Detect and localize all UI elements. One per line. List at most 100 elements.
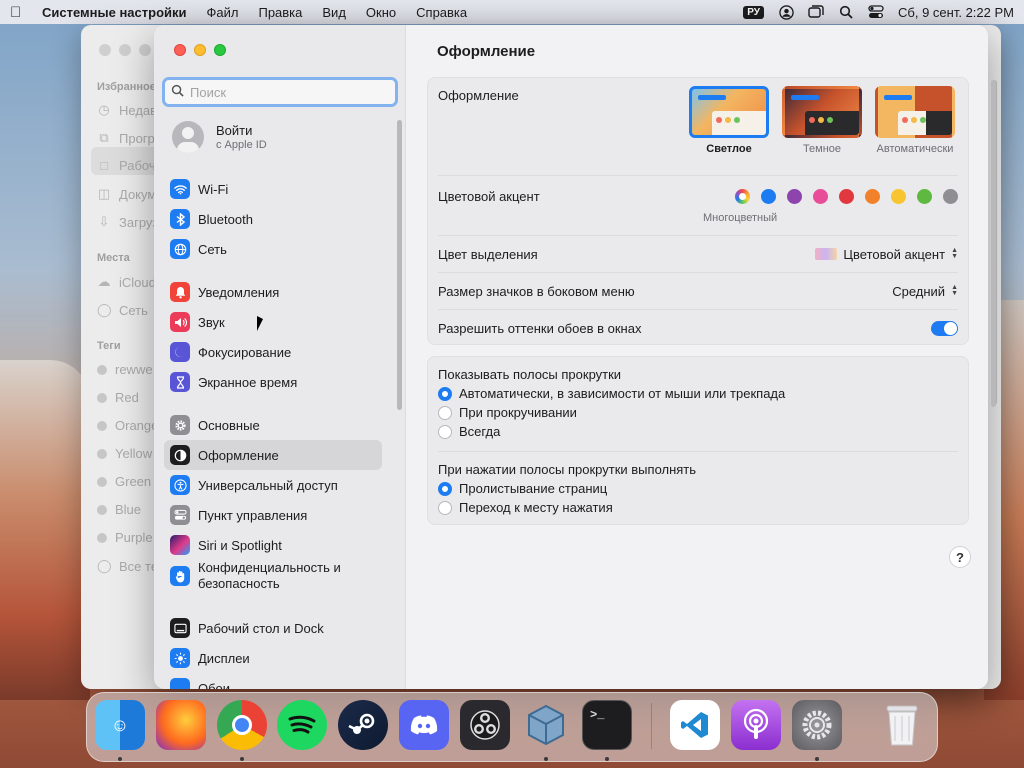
accent-yellow-swatch[interactable]	[891, 188, 906, 204]
theme-auto-option[interactable]: Автоматически	[872, 86, 958, 155]
accent-pink-swatch[interactable]	[813, 188, 828, 204]
finder-item-network[interactable]: ◯ Сеть	[97, 302, 148, 318]
dock-terminal[interactable]: >_	[582, 700, 632, 750]
accent-label: Цветовой акцент	[438, 188, 540, 204]
accent-red-swatch[interactable]	[839, 188, 854, 204]
search-field[interactable]	[162, 77, 398, 107]
sidebar-item-privacy[interactable]: Конфиденциальность и безопасность	[164, 557, 382, 595]
search-icon	[171, 84, 184, 100]
sidebar-item-wallpaper[interactable]: Обои	[164, 673, 382, 689]
sidebar-item-sound[interactable]: Звук	[164, 307, 382, 337]
zoom-button[interactable]	[214, 44, 226, 56]
dock-trash[interactable]	[877, 700, 927, 750]
sidebar-item-accessibility[interactable]: Универсальный доступ	[164, 470, 382, 500]
window-icon[interactable]	[808, 5, 824, 19]
scroll-auto-radio[interactable]: Автоматически, в зависимости от мыши или…	[438, 386, 785, 401]
sidebar-item-bluetooth[interactable]: Bluetooth	[164, 204, 382, 234]
wallpaper-tint-toggle[interactable]	[931, 320, 958, 336]
gear-icon	[170, 415, 190, 435]
scrollbars-label: Показывать полосы прокрутки	[438, 367, 622, 382]
sidebar-item-control-center[interactable]: Пункт управления	[164, 500, 382, 530]
close-button[interactable]	[174, 44, 186, 56]
sidebar-item-displays[interactable]: Дисплеи	[164, 643, 382, 673]
click-jump-spot-radio[interactable]: Переход к месту нажатия	[438, 500, 613, 515]
running-indicator	[240, 757, 244, 761]
sidebar-item-wifi[interactable]: Wi-Fi	[164, 174, 382, 204]
minimize-button[interactable]	[194, 44, 206, 56]
wallpaper-rock-left	[0, 360, 90, 700]
highlight-label: Цвет выделения	[438, 246, 538, 262]
app-menu[interactable]: Системные настройки	[42, 5, 187, 20]
theme-light-option[interactable]: Светлое	[686, 86, 772, 155]
finder-icon: ☺	[110, 714, 130, 735]
moon-icon	[170, 342, 190, 362]
dock-chrome[interactable]	[217, 700, 267, 750]
sidebar-item-desktop-dock[interactable]: Рабочий стол и Dock	[164, 613, 382, 643]
menubar:  Системные настройки Файл Правка Вид Ок…	[0, 0, 1024, 24]
radio-unselected	[438, 500, 452, 515]
input-source-badge[interactable]: РУ	[743, 5, 765, 19]
divider	[438, 175, 958, 176]
control-center-icon[interactable]	[868, 5, 884, 19]
scroll-when-scrolling-radio[interactable]: При прокручивании	[438, 405, 577, 420]
window-scrollbar[interactable]	[991, 80, 996, 407]
menu-window[interactable]: Окно	[366, 5, 396, 20]
dock-discord[interactable]	[399, 700, 449, 750]
sidebar-item-notifications[interactable]: Уведомления	[164, 277, 382, 307]
dock-steam[interactable]	[338, 700, 388, 750]
finder-tag[interactable]: Red	[97, 390, 139, 405]
sidebar-scrollbar[interactable]	[397, 120, 402, 410]
help-button[interactable]: ?	[949, 546, 971, 568]
accent-orange-swatch[interactable]	[865, 188, 880, 204]
sidebar-item-network[interactable]: Сеть	[164, 234, 382, 264]
sidebar-item-screen-time[interactable]: Экранное время	[164, 367, 382, 397]
dock-podcasts[interactable]	[731, 700, 781, 750]
spotlight-icon[interactable]	[838, 5, 854, 19]
accent-green-swatch[interactable]	[917, 188, 932, 204]
menu-file[interactable]: Файл	[207, 5, 239, 20]
menu-edit[interactable]: Правка	[258, 5, 302, 20]
sidebar-item-siri-spotlight[interactable]: Siri и Spotlight	[164, 530, 382, 560]
click-next-page-radio[interactable]: Пролистывание страниц	[438, 481, 607, 496]
apple-id-signin[interactable]: Войти с Apple ID	[172, 121, 267, 153]
podcasts-icon	[743, 708, 769, 739]
dock-obs[interactable]	[460, 700, 510, 750]
user-icon[interactable]	[778, 4, 794, 20]
sidebar-item-general[interactable]: Основные	[164, 410, 382, 440]
divider	[438, 272, 958, 273]
avatar	[172, 121, 204, 153]
sidebar-item-appearance[interactable]: Оформление	[164, 440, 382, 470]
apple-icon[interactable]: 	[10, 4, 32, 21]
sidebar-item-focus[interactable]: Фокусирование	[164, 337, 382, 367]
dock-system-settings[interactable]	[792, 700, 842, 750]
finder-tag[interactable]: Purple	[97, 530, 153, 545]
icon-size-popup[interactable]: Средний ▲ ▼	[892, 284, 958, 299]
finder-tag[interactable]: Orange	[97, 418, 158, 433]
menu-help[interactable]: Справка	[416, 5, 467, 20]
dock-finder[interactable]: ☺	[95, 700, 145, 750]
finder-tag[interactable]: Green	[97, 474, 151, 489]
highlight-color-popup[interactable]: Цветовой акцент ▲ ▼	[815, 247, 958, 262]
finder-tag[interactable]: Yellow	[97, 446, 152, 461]
accent-purple-swatch[interactable]	[787, 188, 802, 204]
dock-spotify[interactable]	[277, 700, 327, 750]
search-input[interactable]	[190, 84, 380, 100]
theme-dark-option[interactable]: Темное	[779, 86, 865, 155]
accent-multicolor-swatch[interactable]	[735, 188, 750, 204]
mouse-cursor	[257, 316, 263, 331]
dock-firefox[interactable]	[156, 700, 206, 750]
menu-view[interactable]: Вид	[322, 5, 346, 20]
appearance-label: Оформление	[438, 88, 519, 103]
menubar-clock[interactable]: Сб, 9 сент. 2:22 PM	[898, 5, 1014, 20]
appearance-icon	[170, 445, 190, 465]
accent-graphite-swatch[interactable]	[943, 188, 958, 204]
dock-virtualbox[interactable]	[521, 700, 571, 750]
scroll-always-radio[interactable]: Всегда	[438, 424, 500, 439]
finder-tag[interactable]: Blue	[97, 502, 141, 517]
control-center-icon	[170, 505, 190, 525]
finder-tag[interactable]: rewwe	[97, 362, 153, 377]
chevron-updown-icon: ▲ ▼	[951, 247, 958, 260]
finder-section-tags: Теги	[97, 340, 121, 352]
accent-blue-swatch[interactable]	[761, 188, 776, 204]
dock-vscode[interactable]	[670, 700, 720, 750]
